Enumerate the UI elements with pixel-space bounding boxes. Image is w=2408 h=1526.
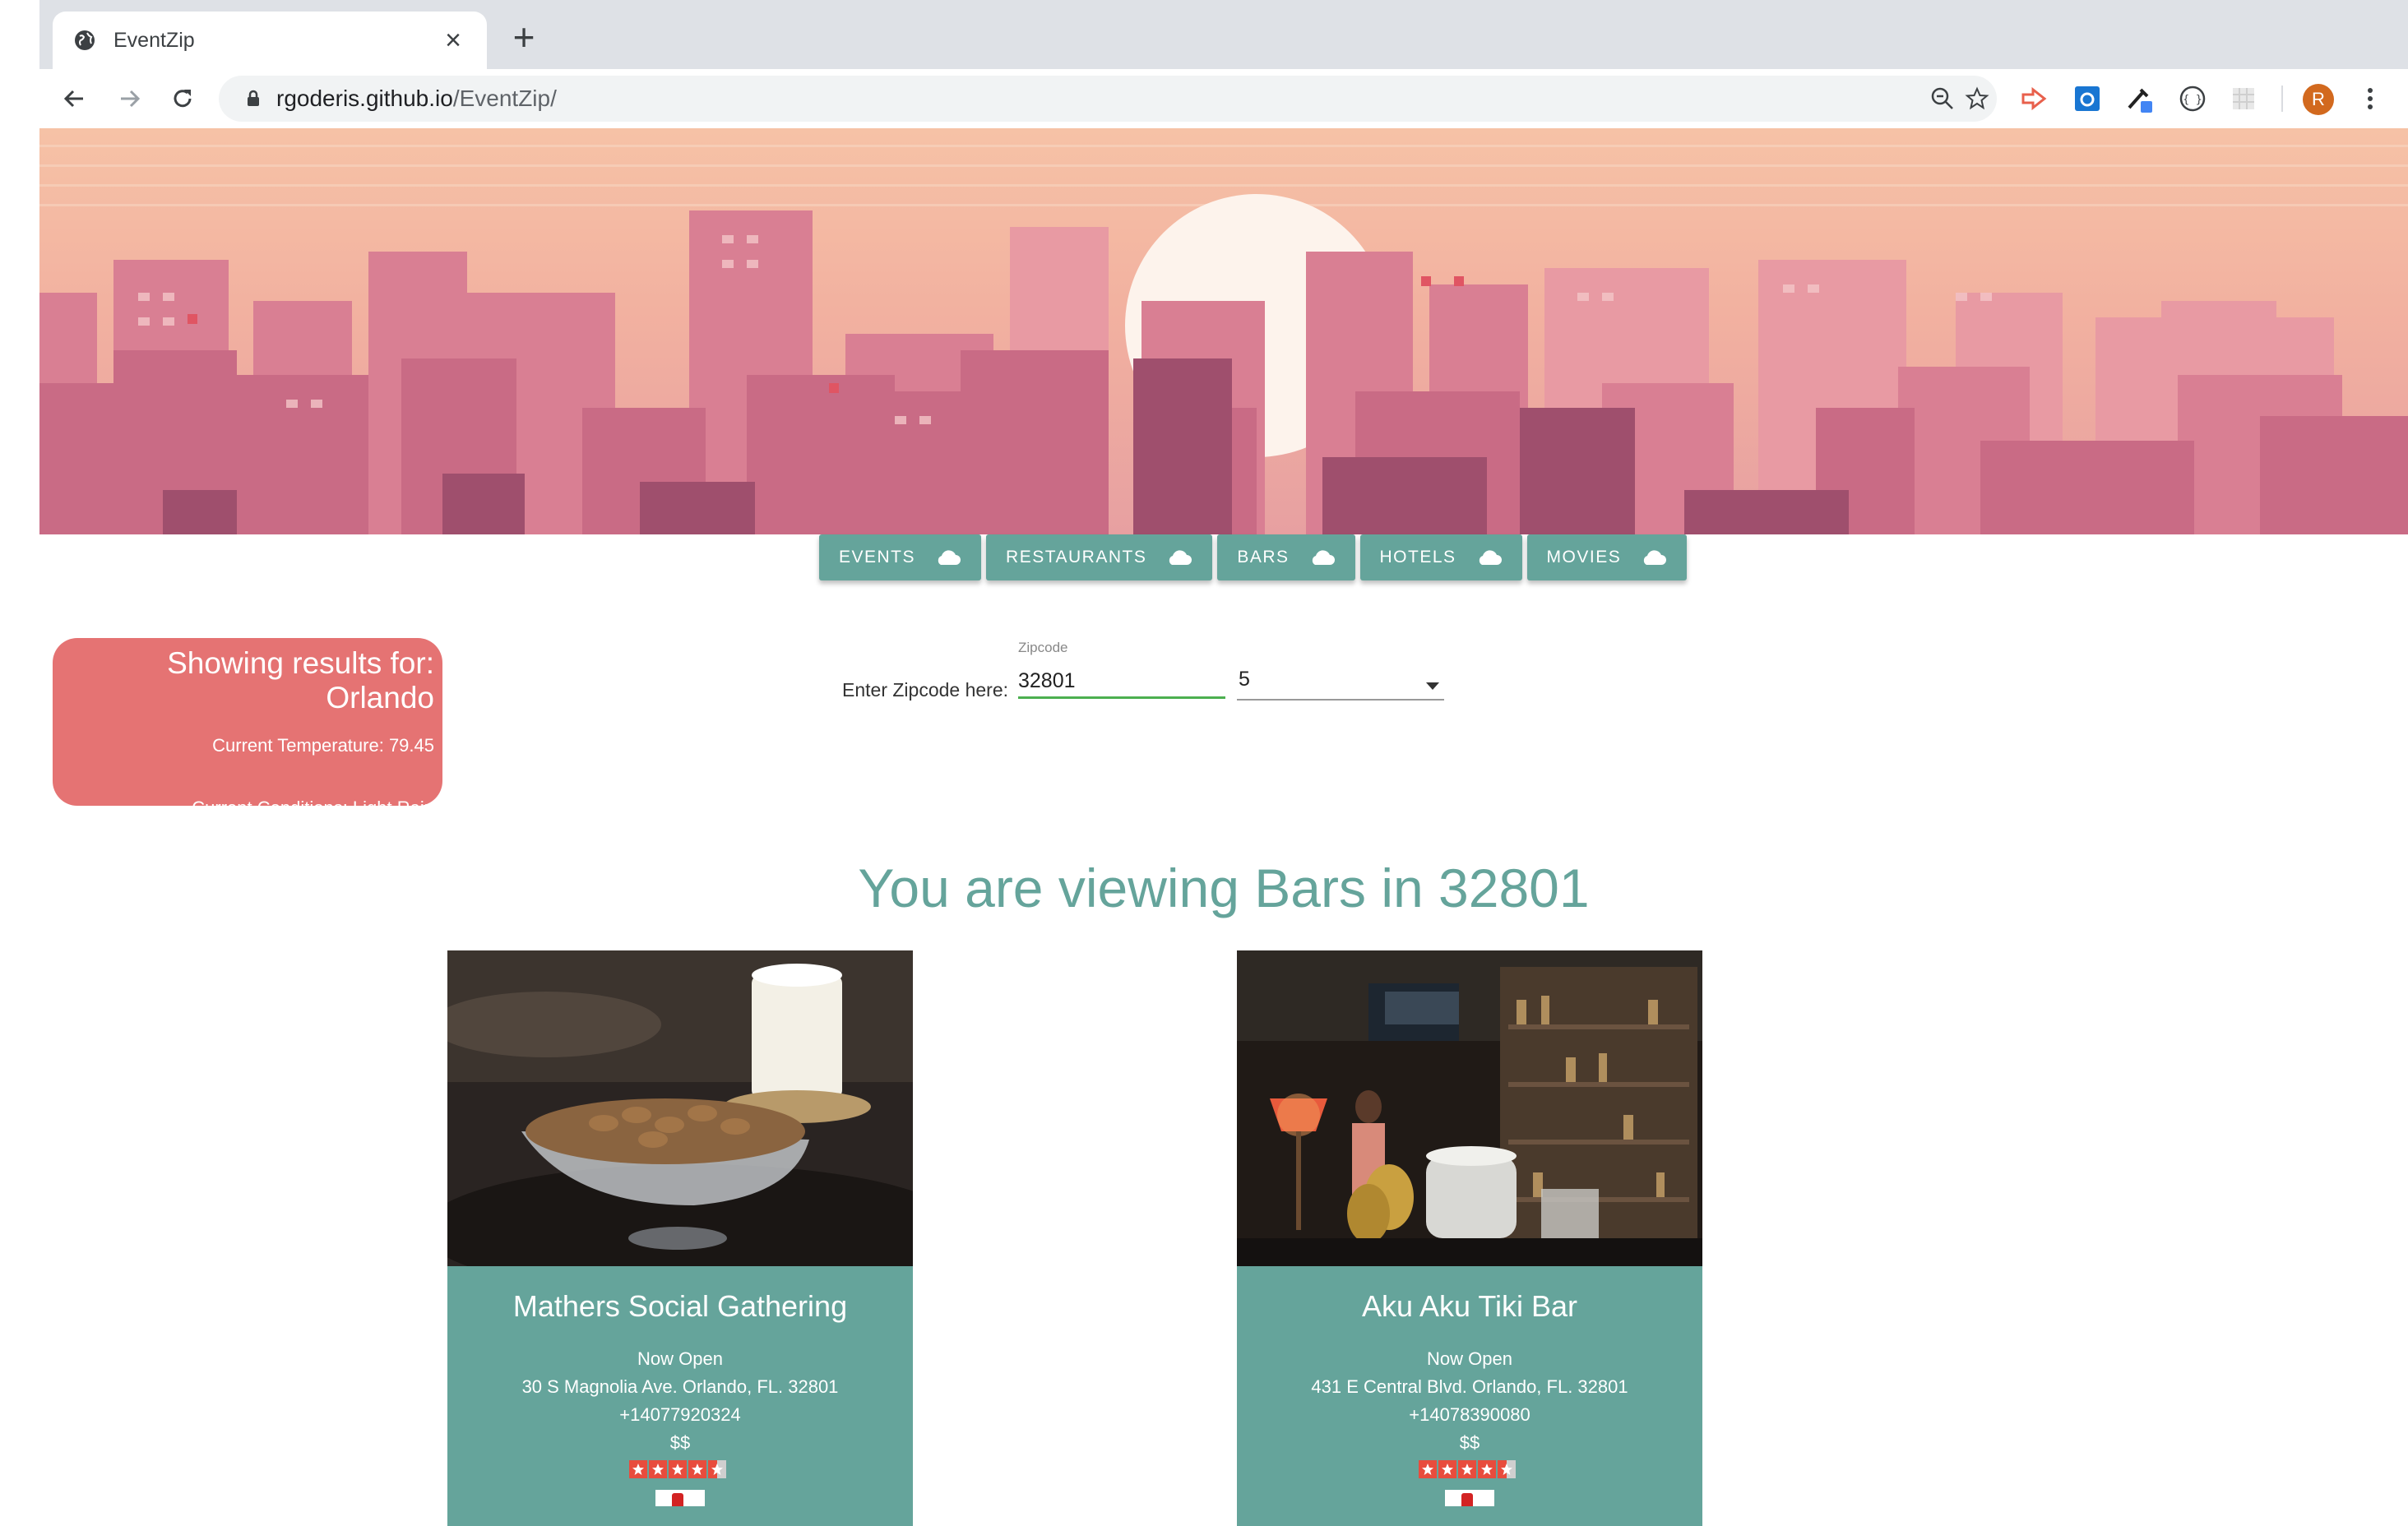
results-heading: You are viewing Bars in 32801 bbox=[858, 858, 1590, 918]
card-address: 431 E Central Blvd. Orlando, FL. 32801 bbox=[1311, 1376, 1628, 1397]
star-icon bbox=[1478, 1460, 1496, 1478]
globe-icon bbox=[72, 28, 97, 53]
card-body: Aku Aku Tiki Bar Now Open 431 E Central … bbox=[1237, 1266, 1702, 1506]
nav-events[interactable]: EVENTS bbox=[819, 534, 982, 580]
card-price: $$ bbox=[1459, 1432, 1480, 1453]
more-vert-icon[interactable] bbox=[2354, 82, 2387, 115]
back-arrow-icon[interactable] bbox=[54, 79, 94, 118]
nav-movies[interactable]: MOVIES bbox=[1526, 534, 1688, 580]
extension-eyedropper-icon[interactable] bbox=[2123, 82, 2156, 115]
extension-camera-icon[interactable] bbox=[2071, 82, 2104, 115]
card-status: Now Open bbox=[1427, 1348, 1512, 1369]
card-address: 30 S Magnolia Ave. Orlando, FL. 32801 bbox=[521, 1376, 839, 1397]
close-icon[interactable]: × bbox=[439, 26, 467, 54]
cloud-icon bbox=[938, 550, 961, 565]
nav-hotels[interactable]: HOTELS bbox=[1359, 534, 1522, 580]
profile-avatar[interactable]: R bbox=[2303, 84, 2334, 115]
tab-strip: EventZip × + bbox=[39, 0, 2408, 69]
extension-grid-icon[interactable] bbox=[2227, 82, 2260, 115]
nav-restaurants[interactable]: RESTAURANTS bbox=[986, 534, 1213, 580]
url-path: /EventZip/ bbox=[452, 86, 557, 111]
star-icon bbox=[1438, 1460, 1456, 1478]
weather-conditions: Current Conditions: Light Rain bbox=[192, 798, 434, 818]
radius-select[interactable]: 5 bbox=[1237, 664, 1444, 701]
chevron-down-icon bbox=[1426, 682, 1439, 690]
card-phone: +14077920324 bbox=[619, 1404, 741, 1425]
zipcode-floating-label: Zipcode bbox=[1018, 640, 1068, 655]
url-host: rgoderis.github.io bbox=[276, 86, 453, 111]
star-icon bbox=[688, 1460, 706, 1478]
rating-stars bbox=[629, 1460, 731, 1480]
bar-photo-tiki-interior bbox=[1237, 950, 1702, 1266]
cloud-icon bbox=[1312, 550, 1335, 565]
toolbar-divider bbox=[2281, 86, 2283, 112]
yelp-logo-icon[interactable] bbox=[655, 1490, 705, 1506]
star-icon bbox=[1458, 1460, 1476, 1478]
card-phone: +14078390080 bbox=[1409, 1404, 1530, 1425]
result-card[interactable]: Mathers Social Gathering Now Open 30 S M… bbox=[447, 950, 913, 1526]
lock-icon bbox=[243, 89, 263, 109]
address-bar[interactable]: rgoderis.github.io/EventZip/ bbox=[219, 76, 1997, 122]
forward-arrow-icon[interactable] bbox=[110, 79, 150, 118]
nav-bars[interactable]: BARS bbox=[1217, 534, 1355, 580]
card-body: Mathers Social Gathering Now Open 30 S M… bbox=[447, 1266, 913, 1506]
star-icon bbox=[669, 1460, 687, 1478]
zoom-out-icon[interactable] bbox=[1926, 82, 1959, 115]
page-margin bbox=[0, 0, 39, 1526]
star-icon bbox=[629, 1460, 647, 1478]
category-nav: EVENTS RESTAURANTS BARS HOTELS MOVIES bbox=[819, 534, 1688, 580]
yelp-logo-icon[interactable] bbox=[1445, 1490, 1494, 1506]
svg-text:{ }: { } bbox=[2183, 94, 2202, 106]
cloud-icon bbox=[1644, 550, 1667, 565]
card-title: Aku Aku Tiki Bar bbox=[1361, 1289, 1578, 1323]
new-tab-button[interactable]: + bbox=[503, 18, 544, 56]
weather-title: Showing results for: Orlando bbox=[167, 646, 434, 714]
cloud-icon bbox=[1169, 550, 1192, 565]
extension-code-icon[interactable]: { } bbox=[2176, 82, 2209, 115]
card-title: Mathers Social Gathering bbox=[512, 1289, 848, 1323]
reload-icon[interactable] bbox=[163, 79, 202, 118]
rating-stars bbox=[1419, 1460, 1521, 1480]
weather-card: Showing results for: Orlando Current Tem… bbox=[53, 638, 442, 818]
zipcode-prompt: Enter Zipcode here: bbox=[842, 679, 1009, 701]
weather-temperature: Current Temperature: 79.45 bbox=[212, 735, 434, 756]
browser-tab[interactable]: EventZip × bbox=[53, 12, 487, 69]
bar-photo-nuts-candle bbox=[447, 950, 913, 1266]
extension-pointer-icon[interactable] bbox=[2018, 82, 2051, 115]
web-page: EVENTS RESTAURANTS BARS HOTELS MOVIES Sh… bbox=[39, 128, 2408, 1526]
card-status: Now Open bbox=[637, 1348, 723, 1369]
radius-selected-value: 5 bbox=[1239, 668, 1250, 691]
browser-chrome: EventZip × + rgoderis.github.io/EventZip… bbox=[39, 0, 2408, 128]
cloud-icon bbox=[1479, 550, 1502, 565]
half-star-icon bbox=[1498, 1460, 1516, 1478]
card-price: $$ bbox=[669, 1432, 691, 1453]
city-skyline-banner bbox=[39, 128, 2408, 534]
star-icon[interactable] bbox=[1961, 82, 1994, 115]
browser-toolbar: rgoderis.github.io/EventZip/ { } R bbox=[39, 69, 2408, 128]
tab-title: EventZip bbox=[113, 28, 195, 52]
star-icon bbox=[649, 1460, 667, 1478]
zipcode-input[interactable] bbox=[1018, 666, 1225, 699]
result-card[interactable]: Aku Aku Tiki Bar Now Open 431 E Central … bbox=[1237, 950, 1702, 1526]
star-icon bbox=[1419, 1460, 1437, 1478]
half-star-icon bbox=[708, 1460, 726, 1478]
